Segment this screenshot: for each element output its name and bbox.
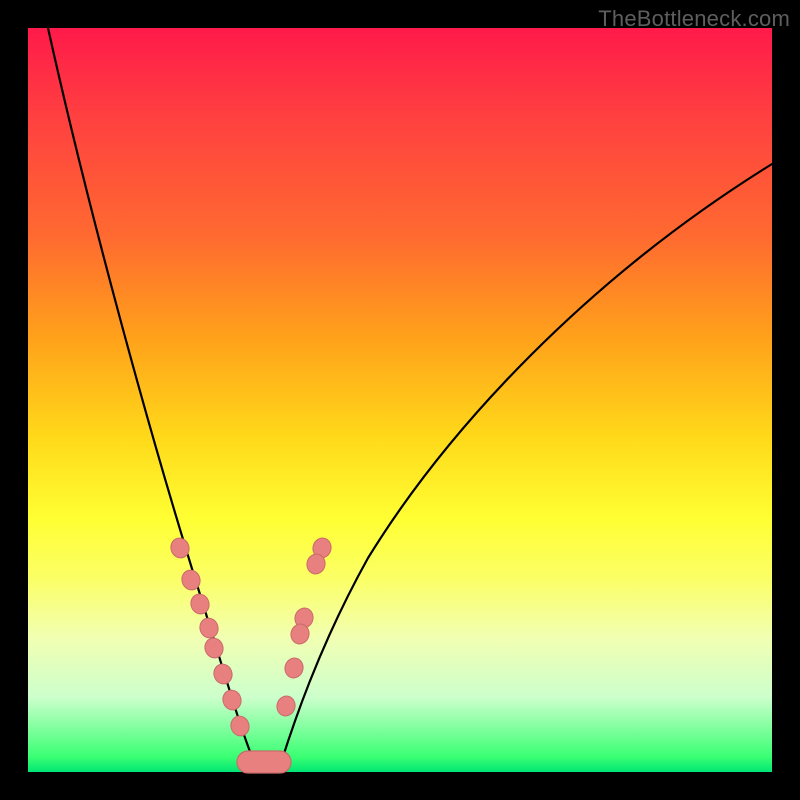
gradient-plot-area: [28, 28, 772, 772]
marker-dot: [275, 694, 298, 718]
marker-dot: [283, 656, 306, 680]
marker-dot: [228, 714, 251, 739]
watermark-text: TheBottleneck.com: [598, 6, 790, 32]
right-branch-curve: [280, 164, 772, 766]
marker-dot: [188, 592, 211, 617]
plot-svg: [28, 28, 772, 772]
bottom-sausage-marker: [237, 751, 291, 773]
marker-dot: [197, 616, 220, 641]
marker-dot: [211, 662, 234, 687]
right-marker-cluster: [275, 536, 334, 718]
left-marker-cluster: [168, 536, 251, 739]
marker-dot: [202, 636, 225, 661]
left-branch-curve: [48, 28, 256, 766]
marker-dot: [220, 688, 243, 713]
